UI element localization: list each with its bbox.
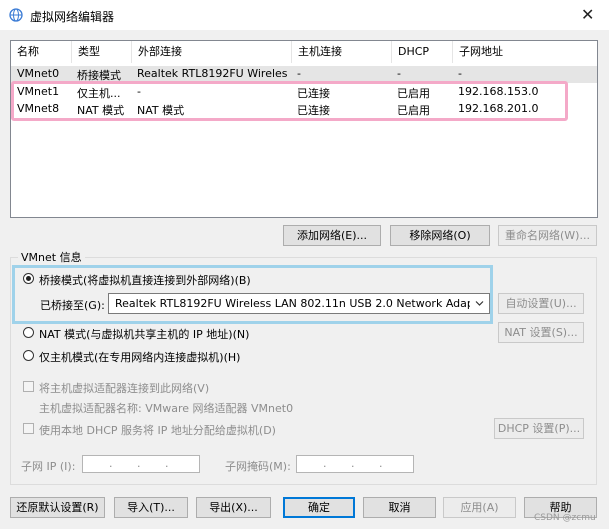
subnet-ip-input[interactable]: . . . — [82, 455, 200, 473]
col-header-subnet[interactable]: 子网地址 — [453, 41, 597, 63]
window-title: 虚拟网络编辑器 — [30, 10, 115, 24]
network-table[interactable]: 名称 类型 外部连接 主机连接 DHCP 子网地址 VMnet0 桥接模式 Re… — [10, 40, 598, 218]
subnet-ip-label: 子网 IP (I): — [21, 460, 76, 473]
nat-label[interactable]: NAT 模式(与虚拟机共享主机的 IP 地址)(N) — [39, 326, 249, 342]
col-header-host[interactable]: 主机连接 — [292, 41, 392, 63]
col-header-type[interactable]: 类型 — [72, 41, 132, 63]
connect-adapter-label[interactable]: 将主机虚拟适配器连接到此网络(V) — [39, 380, 209, 396]
hostonly-label[interactable]: 仅主机模式(在专用网络内连接虚拟机)(H) — [39, 349, 240, 365]
add-network-button[interactable]: 添加网络(E)... — [283, 225, 381, 246]
cancel-button[interactable]: 取消 — [363, 497, 436, 518]
col-header-dhcp[interactable]: DHCP — [392, 41, 453, 63]
connect-adapter-checkbox[interactable] — [23, 381, 34, 392]
adapter-name-label: 主机虚拟适配器名称: VMware 网络适配器 VMnet0 — [39, 402, 294, 415]
col-header-external[interactable]: 外部连接 — [132, 41, 292, 63]
subnet-mask-label: 子网掩码(M): — [225, 460, 291, 473]
restore-defaults-button[interactable]: 还原默认设置(R) — [10, 497, 105, 518]
hostonly-radio[interactable] — [23, 350, 34, 361]
dhcp-settings-button[interactable]: DHCP 设置(P)... — [494, 418, 584, 439]
highlight-box-blue — [12, 265, 493, 324]
close-icon[interactable]: ✕ — [581, 5, 594, 24]
import-button[interactable]: 导入(T)... — [114, 497, 188, 518]
auto-settings-button[interactable]: 自动设置(U)... — [498, 293, 584, 314]
export-button[interactable]: 导出(X)... — [196, 497, 271, 518]
remove-network-button[interactable]: 移除网络(O) — [390, 225, 490, 246]
nat-settings-button[interactable]: NAT 设置(S)... — [498, 322, 584, 343]
rename-network-button[interactable]: 重命名网络(W)... — [498, 225, 597, 246]
dhcp-label[interactable]: 使用本地 DHCP 服务将 IP 地址分配给虚拟机(D) — [39, 422, 276, 438]
network-globe-icon — [9, 8, 23, 22]
vmnet-info-label: VMnet 信息 — [18, 249, 85, 265]
col-header-name[interactable]: 名称 — [11, 41, 72, 63]
ok-button[interactable]: 确定 — [283, 497, 355, 518]
highlight-box-pink — [11, 81, 568, 121]
watermark: CSDN @zcmu — [534, 513, 596, 523]
nat-radio[interactable] — [23, 327, 34, 338]
apply-button[interactable]: 应用(A) — [443, 497, 516, 518]
subnet-mask-input[interactable]: . . . — [296, 455, 414, 473]
dhcp-checkbox[interactable] — [23, 423, 34, 434]
